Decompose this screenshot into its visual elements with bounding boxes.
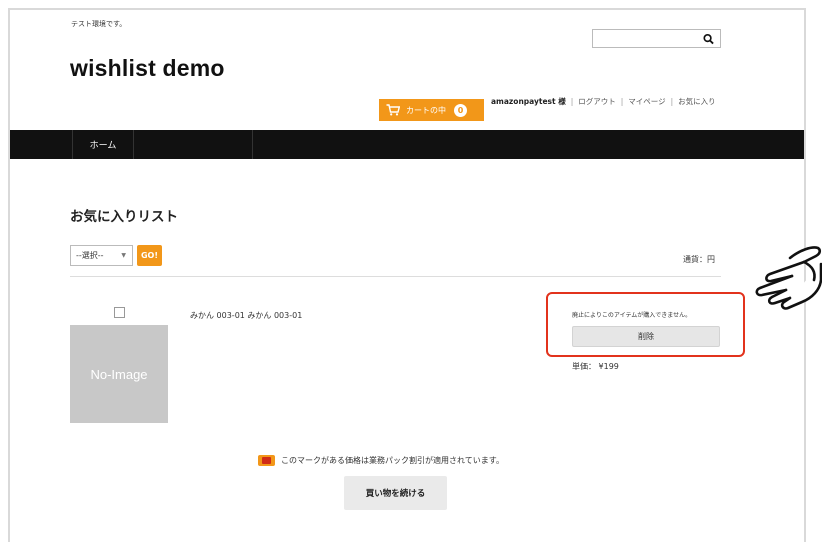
user-nav: amazonpaytest 様 | ログアウト | マイページ | お気に入り <box>491 96 716 107</box>
highlight-box <box>546 292 745 357</box>
action-select[interactable]: --選択-- ▼ <box>70 245 133 266</box>
divider <box>70 276 721 277</box>
search-input[interactable] <box>592 29 721 48</box>
username: amazonpaytest 様 <box>491 97 566 106</box>
cart-icon <box>386 104 400 116</box>
nav-item-home[interactable]: ホーム <box>72 130 134 159</box>
environment-notice: テスト環境です。 <box>71 20 127 28</box>
nav-separator: | <box>620 97 624 106</box>
pointing-hand-icon <box>755 246 822 310</box>
favorites-link[interactable]: お気に入り <box>678 96 716 107</box>
main-navbar: ホーム <box>10 130 804 159</box>
mypage-link[interactable]: マイページ <box>628 96 665 107</box>
nav-separator: | <box>670 97 674 106</box>
continue-shopping-button[interactable]: 買い物を続ける <box>344 476 447 510</box>
pack-note-text: このマークがある価格は業務パック割引が適用されています。 <box>281 456 504 465</box>
cart-label: カートの中 <box>406 105 446 115</box>
select-value: --選択-- <box>76 251 104 260</box>
page-title: お気に入りリスト <box>70 209 178 225</box>
unit-price: 単価： ¥199 <box>572 362 619 371</box>
pack-discount-icon <box>258 455 275 466</box>
site-logo[interactable]: wishlist demo <box>70 55 225 82</box>
nav-divider <box>252 130 253 159</box>
cart-count-badge: 0 <box>454 103 467 117</box>
product-image-placeholder[interactable]: No-Image <box>70 325 168 423</box>
go-button[interactable]: GO! <box>137 245 162 266</box>
item-checkbox[interactable] <box>114 307 125 318</box>
product-name[interactable]: みかん 003-01 みかん 003-01 <box>190 310 302 321</box>
nav-separator: | <box>570 97 574 106</box>
unavailable-message: 廃止によりこのアイテムが購入できません。 <box>572 312 692 319</box>
logout-link[interactable]: ログアウト <box>578 96 616 107</box>
chevron-down-icon: ▼ <box>121 252 126 259</box>
search-icon[interactable] <box>703 33 714 45</box>
currency-label: 通貨：円 <box>683 255 715 264</box>
delete-button[interactable]: 削除 <box>572 326 720 347</box>
cart-button[interactable]: カートの中 0 <box>379 99 484 121</box>
pack-discount-note: このマークがある価格は業務パック割引が適用されています。 <box>258 455 504 466</box>
